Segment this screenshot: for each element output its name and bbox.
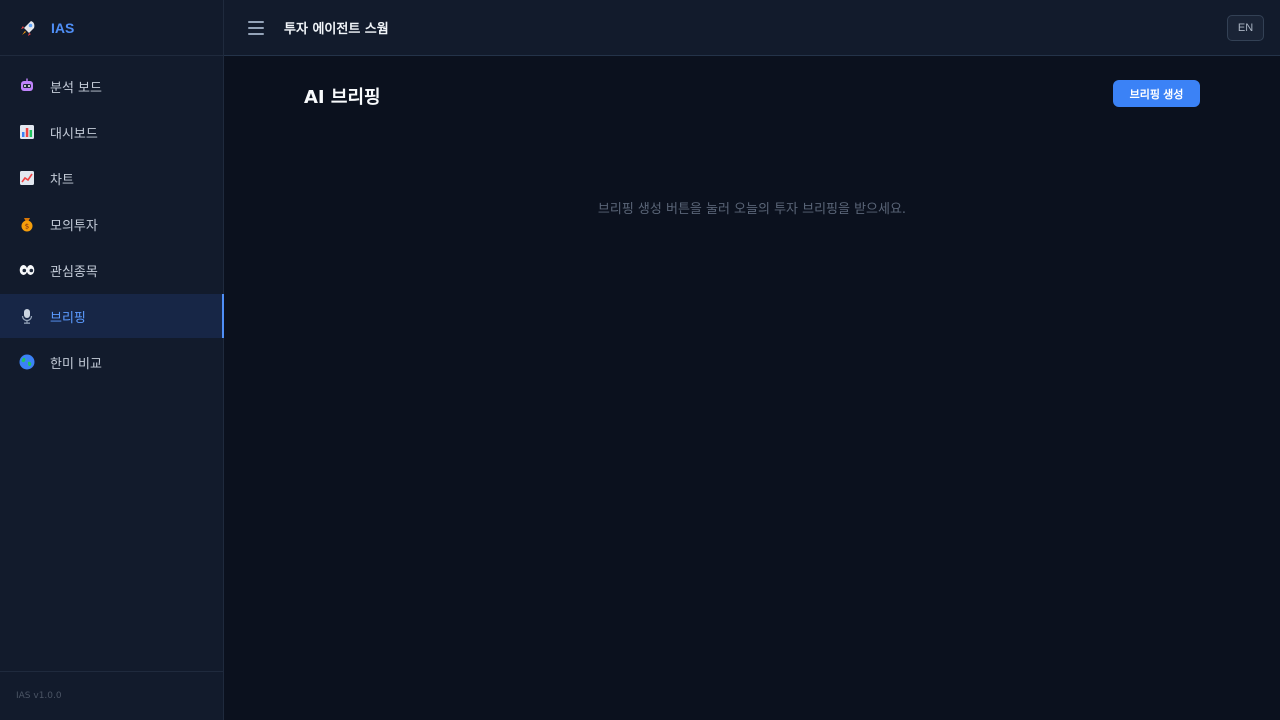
sidebar-item-label: 한미 비교: [50, 356, 102, 372]
sidebar: IAS 분석 보드 대시보드 차트 $ 모의투자 관심종목 브리핑 한미 비교 …: [0, 0, 224, 720]
sidebar-item-label: 대시보드: [50, 126, 98, 142]
money-bag-icon: $: [18, 215, 36, 233]
sidebar-item-briefing[interactable]: 브리핑: [0, 294, 224, 338]
empty-state-message: 브리핑 생성 버튼을 눌러 오늘의 투자 브리핑을 받으세요.: [597, 202, 907, 217]
eyes-icon: [18, 261, 36, 279]
hamburger-icon[interactable]: [248, 20, 264, 35]
sidebar-item-dashboard[interactable]: 대시보드: [0, 110, 223, 154]
svg-text:$: $: [25, 223, 29, 231]
sidebar-nav: 분석 보드 대시보드 차트 $ 모의투자 관심종목 브리핑 한미 비교: [0, 56, 224, 384]
sidebar-item-label: 분석 보드: [50, 80, 102, 96]
sidebar-item-mock-trading[interactable]: $ 모의투자: [0, 202, 223, 246]
sidebar-footer: IAS v1.0.0: [0, 671, 223, 720]
generate-briefing-button[interactable]: 브리핑 생성: [1113, 80, 1200, 107]
sidebar-item-label: 브리핑: [50, 310, 86, 326]
sidebar-item-label: 차트: [50, 172, 74, 188]
brand-name: IAS: [51, 19, 75, 36]
app-root: IAS 분석 보드 대시보드 차트 $ 모의투자 관심종목 브리핑 한미 비교 …: [0, 0, 1280, 720]
sidebar-item-analysis-board[interactable]: 분석 보드: [0, 64, 223, 108]
sidebar-item-label: 모의투자: [50, 218, 98, 234]
version-label: IAS v1.0.0: [16, 691, 62, 701]
page-title: AI 브리핑: [304, 87, 381, 108]
microphone-icon: [18, 307, 36, 325]
rocket-icon: [18, 18, 38, 38]
sidebar-item-kr-us-compare[interactable]: 한미 비교: [0, 340, 223, 384]
main-content: AI 브리핑 브리핑 생성 브리핑 생성 버튼을 눌러 오늘의 투자 브리핑을 …: [224, 56, 1280, 720]
trend-up-icon: [18, 169, 36, 187]
app-title: 투자 에이전트 스웜: [284, 22, 389, 37]
sidebar-item-chart[interactable]: 차트: [0, 156, 223, 200]
language-toggle-button[interactable]: EN: [1227, 15, 1264, 41]
globe-icon: [18, 353, 36, 371]
bar-chart-icon: [18, 123, 36, 141]
robot-icon: [18, 77, 36, 95]
sidebar-item-watchlist[interactable]: 관심종목: [0, 248, 223, 292]
brand[interactable]: IAS: [0, 0, 223, 56]
topbar: 투자 에이전트 스웜 EN: [224, 0, 1280, 56]
sidebar-item-label: 관심종목: [50, 264, 98, 280]
